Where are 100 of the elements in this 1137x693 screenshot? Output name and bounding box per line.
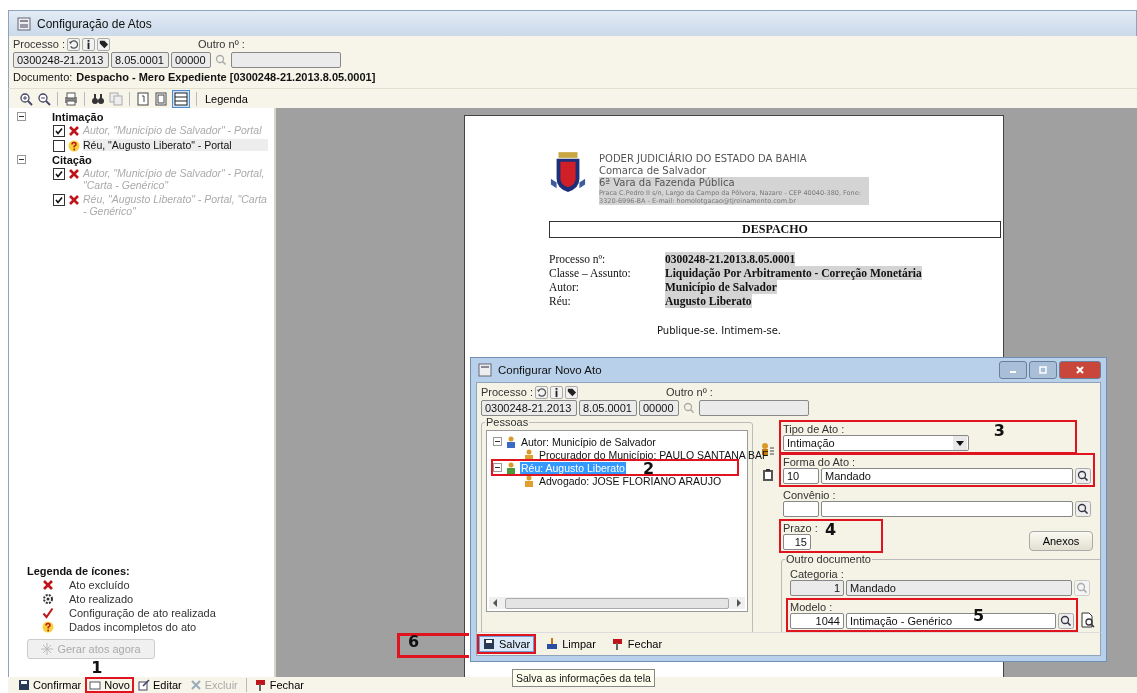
dialog-action-button[interactable]: Salvar bbox=[479, 636, 535, 652]
checkbox[interactable] bbox=[53, 194, 65, 206]
legend-button[interactable]: Legenda bbox=[203, 92, 250, 105]
x-mark-icon bbox=[42, 579, 54, 591]
tag-icon[interactable] bbox=[96, 38, 110, 51]
deadline-field[interactable]: 15 bbox=[783, 534, 811, 550]
person-icon bbox=[505, 461, 517, 474]
page-width-icon bbox=[174, 91, 188, 106]
brush-icon bbox=[546, 638, 559, 650]
close-button[interactable] bbox=[1059, 361, 1101, 379]
document-preview-icon[interactable] bbox=[1080, 612, 1096, 628]
x-mark-icon bbox=[68, 168, 80, 180]
checkmark-icon bbox=[42, 607, 54, 619]
annotation-number: 2 bbox=[643, 461, 655, 477]
refresh-icon[interactable] bbox=[66, 38, 80, 51]
zoom-out-icon[interactable] bbox=[37, 91, 51, 106]
category-code-field: 1 bbox=[790, 580, 844, 596]
person-item[interactable]: Autor: Município de Salvador bbox=[520, 435, 657, 448]
search-icon[interactable] bbox=[1075, 501, 1091, 517]
clipboard-icon[interactable] bbox=[761, 468, 775, 482]
field-value: Liquidação Por Arbitramento - Correção Monetária bbox=[665, 266, 922, 280]
search-icon[interactable] bbox=[1075, 468, 1091, 484]
legend-title: Legenda de ícones: bbox=[27, 565, 131, 577]
act-form-label: Forma do Ato : bbox=[783, 456, 856, 468]
toolbar-button[interactable]: Confirmar bbox=[16, 679, 84, 691]
single-page-icon[interactable] bbox=[136, 91, 150, 106]
document-heading: DESPACHO bbox=[549, 221, 1001, 238]
tag-icon[interactable] bbox=[564, 386, 578, 399]
field-label: Autor: bbox=[549, 280, 580, 294]
dialog-action-button[interactable]: Fechar bbox=[607, 636, 667, 652]
scroll-right-icon[interactable] bbox=[736, 599, 742, 607]
comarca-text: Comarca de Salvador bbox=[599, 165, 708, 177]
process-segment-field[interactable]: 8.05.0001 bbox=[579, 400, 637, 416]
process-segment-field[interactable]: 8.05.0001 bbox=[111, 52, 169, 68]
process-code-field[interactable]: 00000 bbox=[639, 400, 679, 416]
act-type-dropdown[interactable]: Intimação bbox=[783, 435, 969, 451]
process-number-field[interactable]: 0300248-21.2013 bbox=[13, 52, 109, 68]
checkbox[interactable] bbox=[53, 125, 65, 137]
blank-page-icon bbox=[89, 679, 102, 691]
people-legend: Pessoas bbox=[485, 416, 530, 428]
maximize-button[interactable] bbox=[1029, 361, 1057, 379]
collapse-icon[interactable] bbox=[493, 463, 502, 472]
refresh-icon[interactable] bbox=[534, 386, 548, 399]
dialog-title: Configurar Novo Ato bbox=[498, 364, 602, 376]
x-mark-icon bbox=[68, 125, 80, 137]
other-number-field[interactable] bbox=[231, 52, 341, 68]
document-name: Despacho - Mero Expediente [0300248-21.2013.8.05.0001] bbox=[76, 71, 376, 83]
zoom-in-icon[interactable] bbox=[19, 91, 33, 106]
tree-group-label[interactable]: Citação bbox=[52, 153, 92, 166]
toolbar-button[interactable]: Novo bbox=[87, 679, 132, 691]
tree-item[interactable]: Réu, "Augusto Liberato" - Portal bbox=[83, 139, 268, 151]
x-mark-icon bbox=[68, 194, 80, 206]
dialog-action-button[interactable]: Limpar bbox=[542, 636, 600, 652]
horizontal-scrollbar[interactable] bbox=[489, 597, 745, 609]
person-item[interactable]: Procurador do Município: PAULO SANTANA BAF bbox=[538, 448, 770, 461]
collapse-icon[interactable] bbox=[493, 437, 502, 446]
collapse-icon[interactable] bbox=[17, 112, 26, 121]
document-body: Publique-se. Intimem-se. bbox=[657, 325, 783, 336]
process-code-field[interactable]: 00000 bbox=[171, 52, 211, 68]
annotation-number: 3 bbox=[993, 423, 1005, 439]
minimize-button[interactable] bbox=[999, 361, 1027, 379]
sparkle-icon bbox=[41, 643, 54, 655]
tree-group-label[interactable]: Intimação bbox=[52, 110, 104, 123]
pencil-icon bbox=[138, 679, 150, 691]
flag-icon bbox=[611, 638, 624, 650]
scroll-left-icon[interactable] bbox=[492, 599, 498, 607]
info-icon[interactable] bbox=[549, 386, 563, 399]
info-icon[interactable] bbox=[81, 38, 95, 51]
toolbar-button[interactable]: Editar bbox=[136, 679, 184, 691]
court-division: 6ª Vara da Fazenda Pública bbox=[599, 177, 869, 189]
search-icon[interactable] bbox=[1058, 613, 1074, 629]
agreement-name-field[interactable] bbox=[821, 501, 1073, 517]
printer-icon[interactable] bbox=[64, 91, 78, 106]
person-item[interactable]: Advogado: JOSE FLORIANO ARAUJO bbox=[538, 474, 723, 487]
annotation-number: 1 bbox=[91, 660, 103, 676]
page-width-button[interactable] bbox=[172, 89, 190, 108]
person-icon bbox=[523, 474, 535, 487]
process-label: Processo : bbox=[13, 38, 65, 50]
other-number-label: Outro nº : bbox=[665, 386, 713, 398]
annotation-number: 6 bbox=[408, 634, 420, 650]
field-label: Classe – Assunto: bbox=[549, 266, 631, 280]
act-form-code-field[interactable]: 10 bbox=[783, 468, 819, 484]
checkbox[interactable] bbox=[53, 168, 65, 180]
attachments-button[interactable]: Anexos bbox=[1029, 531, 1093, 551]
process-number-field[interactable]: 0300248-21.2013 bbox=[481, 400, 577, 416]
field-value: 0300248-21.2013.8.05.0001 bbox=[665, 252, 796, 266]
checkbox[interactable] bbox=[53, 140, 65, 152]
agreement-code-field[interactable] bbox=[783, 501, 819, 517]
court-name: PODER JUDICIÁRIO DO ESTADO DA BAHIA bbox=[599, 153, 808, 165]
act-form-name-field[interactable]: Mandado bbox=[821, 468, 1073, 484]
window-title: Configuração de Atos bbox=[37, 16, 152, 31]
annotation-number: 4 bbox=[825, 522, 837, 538]
collapse-icon[interactable] bbox=[17, 155, 26, 164]
fit-page-icon[interactable] bbox=[154, 91, 168, 106]
other-number-field[interactable] bbox=[699, 400, 809, 416]
toolbar-button[interactable]: Fechar bbox=[252, 679, 306, 691]
other-number-label: Outro nº : bbox=[197, 38, 245, 50]
window-icon bbox=[17, 16, 31, 31]
binoculars-icon[interactable] bbox=[91, 91, 105, 106]
template-code-field[interactable]: 1044 bbox=[790, 613, 844, 629]
